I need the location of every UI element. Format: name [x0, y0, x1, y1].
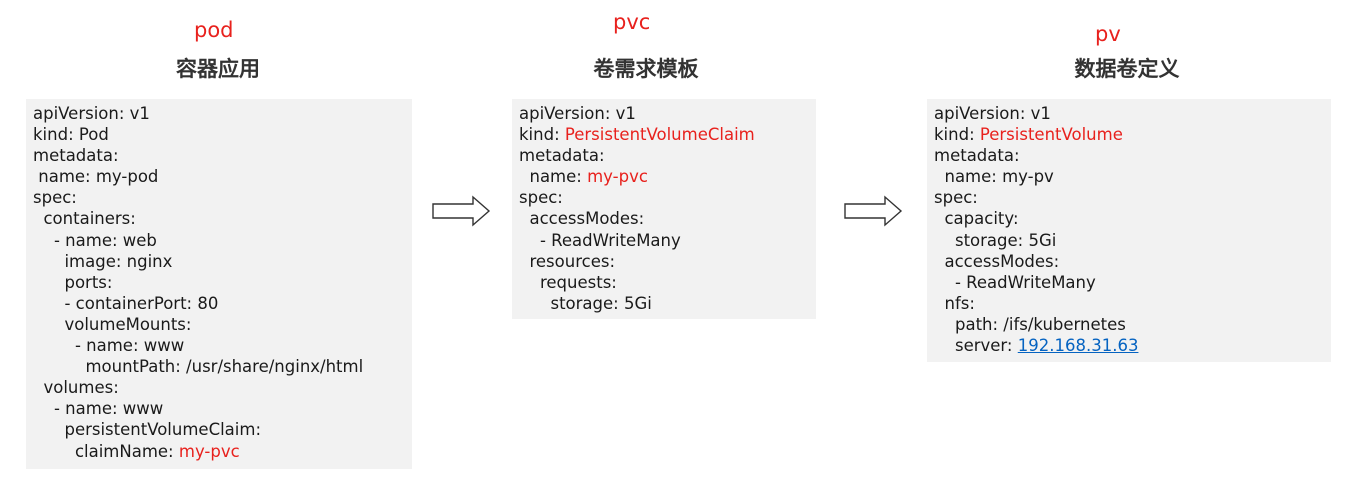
yaml-line: metadata:	[33, 145, 412, 166]
yaml-line: requests:	[519, 272, 816, 293]
yaml-line: containers:	[33, 208, 412, 229]
yaml-line: accessModes:	[934, 251, 1331, 272]
yaml-line: - containerPort: 80	[33, 293, 412, 314]
yaml-line: spec:	[519, 187, 816, 208]
yaml-line: - name: www	[33, 335, 412, 356]
yaml-line: apiVersion: v1	[519, 103, 816, 124]
yaml-line-text: path: /ifs/kubernetes	[934, 314, 1126, 334]
pv-title: 数据卷定义	[1074, 57, 1180, 81]
yaml-line-text: - ReadWriteMany	[934, 272, 1096, 292]
yaml-line-text: volumes:	[33, 378, 119, 398]
yaml-line: image: nginx	[33, 251, 412, 272]
yaml-line: server: 192.168.31.63	[934, 335, 1331, 356]
yaml-line: apiVersion: v1	[934, 103, 1331, 124]
yaml-line-text: - ReadWriteMany	[519, 230, 681, 250]
yaml-line-text: spec:	[33, 188, 77, 208]
yaml-line-text: name: my-pod	[33, 167, 159, 187]
yaml-line: kind: PersistentVolumeClaim	[519, 124, 816, 145]
yaml-line-text: accessModes:	[519, 209, 645, 229]
yaml-line-text: image: nginx	[33, 251, 173, 271]
yaml-line-text: - name: www	[33, 399, 164, 419]
yaml-line-text: name: my-pv	[934, 167, 1054, 187]
yaml-line: ports:	[33, 272, 412, 293]
yaml-line-text: name:	[519, 167, 588, 187]
yaml-line-text: - containerPort: 80	[33, 293, 219, 313]
yaml-line: nfs:	[934, 293, 1331, 314]
yaml-line: accessModes:	[519, 208, 816, 229]
yaml-line-text: claimName:	[33, 441, 179, 461]
yaml-line: metadata:	[519, 145, 816, 166]
pod-title: 容器应用	[176, 57, 260, 81]
pod-tag: pod	[194, 18, 234, 42]
yaml-line: volumes:	[33, 377, 412, 398]
yaml-line-text: - name: www	[33, 336, 185, 356]
yaml-line: name: my-pv	[934, 166, 1331, 187]
yaml-line-text: apiVersion: v1	[33, 104, 150, 123]
yaml-line: spec:	[33, 187, 412, 208]
yaml-line: apiVersion: v1	[33, 103, 412, 124]
yaml-line-text: apiVersion: v1	[519, 104, 636, 123]
highlighted-value: PersistentVolumeClaim	[564, 125, 755, 145]
yaml-line-text: persistentVolumeClaim:	[33, 420, 262, 440]
yaml-line: kind: Pod	[33, 124, 412, 145]
yaml-line: - ReadWriteMany	[934, 272, 1331, 293]
yaml-line: claimName: my-pvc	[33, 441, 412, 462]
yaml-line: spec:	[934, 187, 1331, 208]
yaml-line: name: my-pvc	[519, 166, 816, 187]
pod-yaml-panel: apiVersion: v1 kind: Pod metadata: name: m…	[26, 99, 412, 469]
yaml-line-text: metadata:	[33, 146, 119, 166]
yaml-line: - ReadWriteMany	[519, 230, 816, 251]
yaml-line-text: kind: Pod	[33, 125, 109, 145]
yaml-line-text: resources:	[519, 251, 616, 271]
yaml-line-text: mountPath: /usr/share/nginx/html	[33, 357, 364, 377]
yaml-line: mountPath: /usr/share/nginx/html	[33, 356, 412, 377]
server-ip-link[interactable]: 192.168.31.63	[1018, 336, 1139, 355]
yaml-line: capacity:	[934, 208, 1331, 229]
yaml-line-text: capacity:	[934, 209, 1019, 229]
yaml-line: path: /ifs/kubernetes	[934, 314, 1331, 335]
yaml-line-text: requests:	[519, 272, 617, 292]
yaml-line-text: storage: 5Gi	[934, 230, 1057, 250]
yaml-line: resources:	[519, 251, 816, 272]
highlighted-value: PersistentVolume	[979, 125, 1123, 145]
yaml-line: kind: PersistentVolume	[934, 124, 1331, 145]
yaml-line-text: ports:	[33, 272, 113, 292]
yaml-line-text: apiVersion: v1	[934, 104, 1051, 123]
yaml-line-text: volumeMounts:	[33, 314, 192, 334]
pvc-tag: pvc	[613, 10, 651, 34]
pv-tag: pv	[1095, 22, 1121, 46]
yaml-line-text: server:	[934, 336, 1018, 356]
yaml-line-text: metadata:	[934, 146, 1020, 166]
yaml-line: metadata:	[934, 145, 1331, 166]
yaml-line: name: my-pod	[33, 166, 412, 187]
pv-yaml-panel: apiVersion: v1 kind: PersistentVolume meta…	[927, 99, 1331, 362]
yaml-line: storage: 5Gi	[519, 293, 816, 314]
yaml-line-text: kind:	[519, 125, 565, 145]
yaml-line: volumeMounts:	[33, 314, 412, 335]
pvc-yaml-panel: apiVersion: v1 kind: PersistentVolumeClai…	[512, 99, 816, 319]
pvc-title: 卷需求模板	[593, 57, 699, 81]
yaml-line-text: - name: web	[33, 230, 157, 250]
yaml-line-text: accessModes:	[934, 251, 1060, 271]
yaml-line-text: metadata:	[519, 146, 605, 166]
yaml-line: storage: 5Gi	[934, 230, 1331, 251]
yaml-line-text: containers:	[33, 209, 136, 229]
yaml-line-text: nfs:	[934, 293, 975, 313]
yaml-line-text: kind:	[934, 125, 980, 145]
arrow-right-icon	[844, 195, 903, 227]
highlighted-value: my-pvc	[587, 167, 648, 187]
yaml-line: - name: www	[33, 398, 412, 419]
yaml-line-text: storage: 5Gi	[519, 293, 652, 313]
arrow-right-icon	[432, 195, 491, 227]
highlighted-value: my-pvc	[178, 441, 240, 461]
yaml-line-text: spec:	[519, 188, 563, 208]
yaml-line-text: spec:	[934, 188, 978, 208]
yaml-line: - name: web	[33, 230, 412, 251]
yaml-line: persistentVolumeClaim:	[33, 419, 412, 440]
